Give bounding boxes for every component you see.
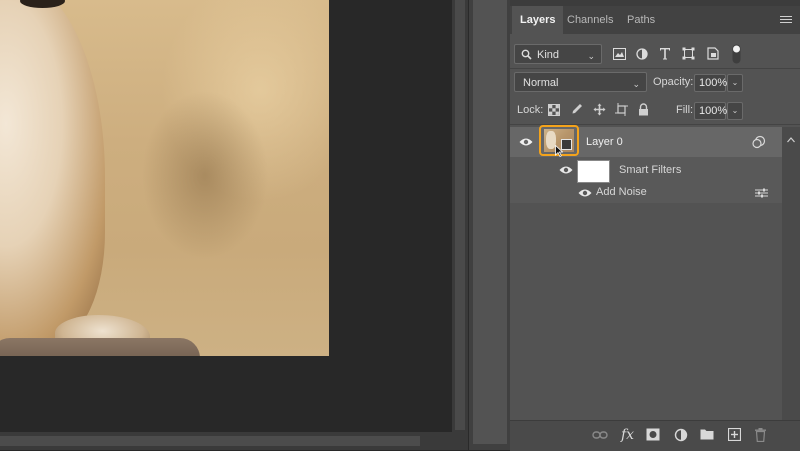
- layers-scrollbar[interactable]: [782, 127, 800, 420]
- layer-name[interactable]: Layer 0: [586, 136, 623, 148]
- delete-layer-trash-icon[interactable]: [754, 428, 767, 442]
- smart-filters-row[interactable]: Smart Filters: [510, 157, 782, 183]
- opacity-field[interactable]: 100%: [694, 74, 728, 92]
- lock-position-icon[interactable]: [593, 103, 606, 116]
- lock-label: Lock:: [517, 104, 544, 116]
- lock-transparent-pixels-icon[interactable]: [548, 104, 560, 116]
- shape-layer-filter-icon[interactable]: [682, 47, 695, 60]
- collapsed-panel-strip: [473, 0, 507, 444]
- blend-mode-select[interactable]: Normal ⌄: [514, 72, 647, 92]
- filter-toggle-icon[interactable]: [732, 44, 741, 64]
- log: [0, 338, 200, 356]
- type-layer-filter-icon[interactable]: [659, 47, 671, 60]
- layers-bottom-toolbar: fx: [510, 420, 800, 451]
- divider: [510, 68, 800, 69]
- chevron-up-icon[interactable]: [787, 137, 795, 143]
- opacity-label: Opacity:: [653, 76, 694, 88]
- fill-value: 100%: [699, 105, 728, 117]
- filter-kind-select[interactable]: Kind ⌄: [514, 44, 602, 64]
- panel-dock-gutter: [468, 0, 511, 450]
- add-layer-mask-icon[interactable]: [646, 428, 660, 441]
- horizontal-scrollbar[interactable]: [0, 432, 452, 450]
- chevron-down-icon: ⌄: [587, 51, 595, 61]
- lock-all-icon[interactable]: [638, 103, 649, 116]
- adjustment-layer-filter-icon[interactable]: [636, 48, 648, 60]
- lock-image-pixels-icon[interactable]: [571, 103, 583, 116]
- visibility-eye-icon[interactable]: [559, 165, 573, 175]
- chevron-down-icon: ⌄: [731, 106, 739, 115]
- document-canvas[interactable]: [0, 0, 452, 432]
- pixel-layer-filter-icon[interactable]: [613, 48, 626, 60]
- chevron-down-icon: ⌄: [731, 78, 739, 87]
- animal-body: [0, 0, 105, 340]
- smart-object-indicator-icon: [752, 135, 766, 149]
- fill-field[interactable]: 100%: [694, 102, 728, 120]
- layer-row-layer-0[interactable]: Layer 0: [510, 125, 782, 158]
- blend-mode-value: Normal: [523, 77, 559, 89]
- new-group-folder-icon[interactable]: [700, 428, 714, 440]
- panel-tabs: Layers Channels Paths: [510, 6, 800, 34]
- filter-mask-thumbnail[interactable]: [577, 160, 610, 183]
- opacity-value: 100%: [699, 77, 728, 89]
- smart-object-filter-icon[interactable]: [707, 47, 719, 60]
- link-layers-icon[interactable]: [592, 428, 608, 442]
- layer-filter-row: Kind ⌄: [510, 44, 800, 66]
- fx-layer-style-icon[interactable]: fx: [620, 426, 638, 442]
- visibility-eye-icon[interactable]: [519, 137, 533, 147]
- filter-row-add-noise[interactable]: Add Noise: [510, 183, 782, 203]
- blend-row: Normal ⌄ Opacity: 100% ⌄: [510, 72, 800, 94]
- vertical-scrollbar[interactable]: [452, 0, 468, 432]
- new-layer-icon[interactable]: [728, 428, 741, 441]
- fill-dropdown-button[interactable]: ⌄: [727, 102, 743, 120]
- tab-paths[interactable]: Paths: [619, 6, 663, 34]
- chevron-down-icon: ⌄: [632, 79, 640, 89]
- opacity-dropdown-button[interactable]: ⌄: [727, 74, 743, 92]
- fill-label: Fill:: [676, 104, 694, 116]
- meerkat-photo[interactable]: [0, 0, 329, 356]
- smart-filters-label: Smart Filters: [619, 164, 682, 176]
- visibility-eye-icon[interactable]: [578, 188, 592, 198]
- filter-blending-options-icon[interactable]: [755, 188, 768, 198]
- filter-name[interactable]: Add Noise: [596, 186, 647, 198]
- lock-row: Lock: Fill: 100% ⌄: [510, 100, 800, 122]
- horizontal-scroll-thumb[interactable]: [0, 436, 420, 446]
- new-adjustment-layer-icon[interactable]: [674, 428, 688, 442]
- search-icon: [521, 49, 532, 60]
- lock-artboard-icon[interactable]: [615, 103, 628, 116]
- tab-channels[interactable]: Channels: [559, 6, 621, 34]
- vertical-scroll-thumb[interactable]: [455, 0, 465, 430]
- layer-thumbnail-highlight[interactable]: [539, 125, 579, 158]
- panel-menu-icon[interactable]: [780, 14, 792, 26]
- svg-text:fx: fx: [620, 427, 634, 442]
- scrollbar-corner: [452, 432, 468, 450]
- tab-layers[interactable]: Layers: [512, 6, 564, 34]
- layers-panel: Layers Channels Paths Kind ⌄ Normal ⌄ Op…: [510, 0, 800, 451]
- filter-kind-label: Kind: [537, 49, 560, 61]
